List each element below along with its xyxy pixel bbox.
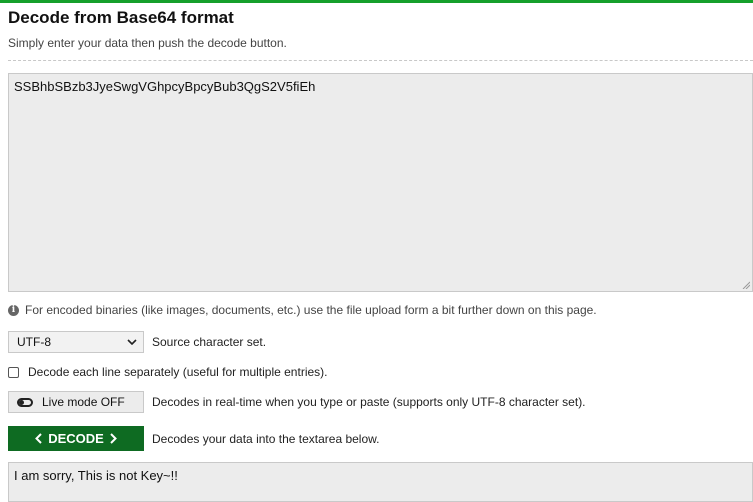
file-upload-hint-text: For encoded binaries (like images, docum…: [25, 303, 597, 317]
chevron-down-icon: [127, 339, 137, 345]
decode-each-line-checkbox[interactable]: [8, 366, 19, 378]
file-upload-hint: i For encoded binaries (like images, doc…: [8, 302, 597, 318]
decode-each-line-label[interactable]: Decode each line separately (useful for …: [28, 365, 327, 379]
decode-each-line-row: Decode each line separately (useful for …: [8, 363, 327, 381]
resize-grip-icon[interactable]: [742, 281, 750, 289]
toggle-off-icon: [17, 397, 33, 407]
info-icon: i: [8, 304, 19, 316]
decode-button[interactable]: DECODE: [8, 426, 144, 451]
page-subtitle: Simply enter your data then push the dec…: [8, 36, 287, 50]
top-accent-bar: [0, 0, 753, 3]
encoded-input-value: SSBhbSBzb3JyeSwgVGhpcyBpcyBub3QgS2V5fiEh: [14, 79, 316, 94]
decoded-output-value: I am sorry, This is not Key~!!: [14, 468, 178, 483]
live-mode-button[interactable]: Live mode OFF: [8, 391, 144, 413]
chevron-left-icon: [35, 433, 42, 444]
live-mode-description: Decodes in real-time when you type or pa…: [152, 395, 586, 409]
decoded-output-textarea[interactable]: I am sorry, This is not Key~!!: [8, 462, 753, 502]
chevron-right-icon: [110, 433, 117, 444]
divider: [8, 60, 753, 61]
charset-label: Source character set.: [152, 335, 267, 349]
encoded-input-textarea[interactable]: SSBhbSBzb3JyeSwgVGhpcyBpcyBub3QgS2V5fiEh: [8, 73, 753, 292]
decode-button-label: DECODE: [48, 431, 104, 446]
live-mode-row: Live mode OFF Decodes in real-time when …: [8, 391, 586, 413]
decode-description: Decodes your data into the textarea belo…: [152, 431, 380, 446]
charset-select[interactable]: UTF-8: [8, 331, 144, 353]
page-title: Decode from Base64 format: [8, 8, 234, 27]
charset-row: UTF-8 Source character set.: [8, 331, 266, 353]
decode-row: DECODE Decodes your data into the textar…: [8, 426, 379, 451]
charset-selected-value: UTF-8: [17, 335, 51, 349]
live-mode-button-label: Live mode OFF: [42, 395, 125, 409]
